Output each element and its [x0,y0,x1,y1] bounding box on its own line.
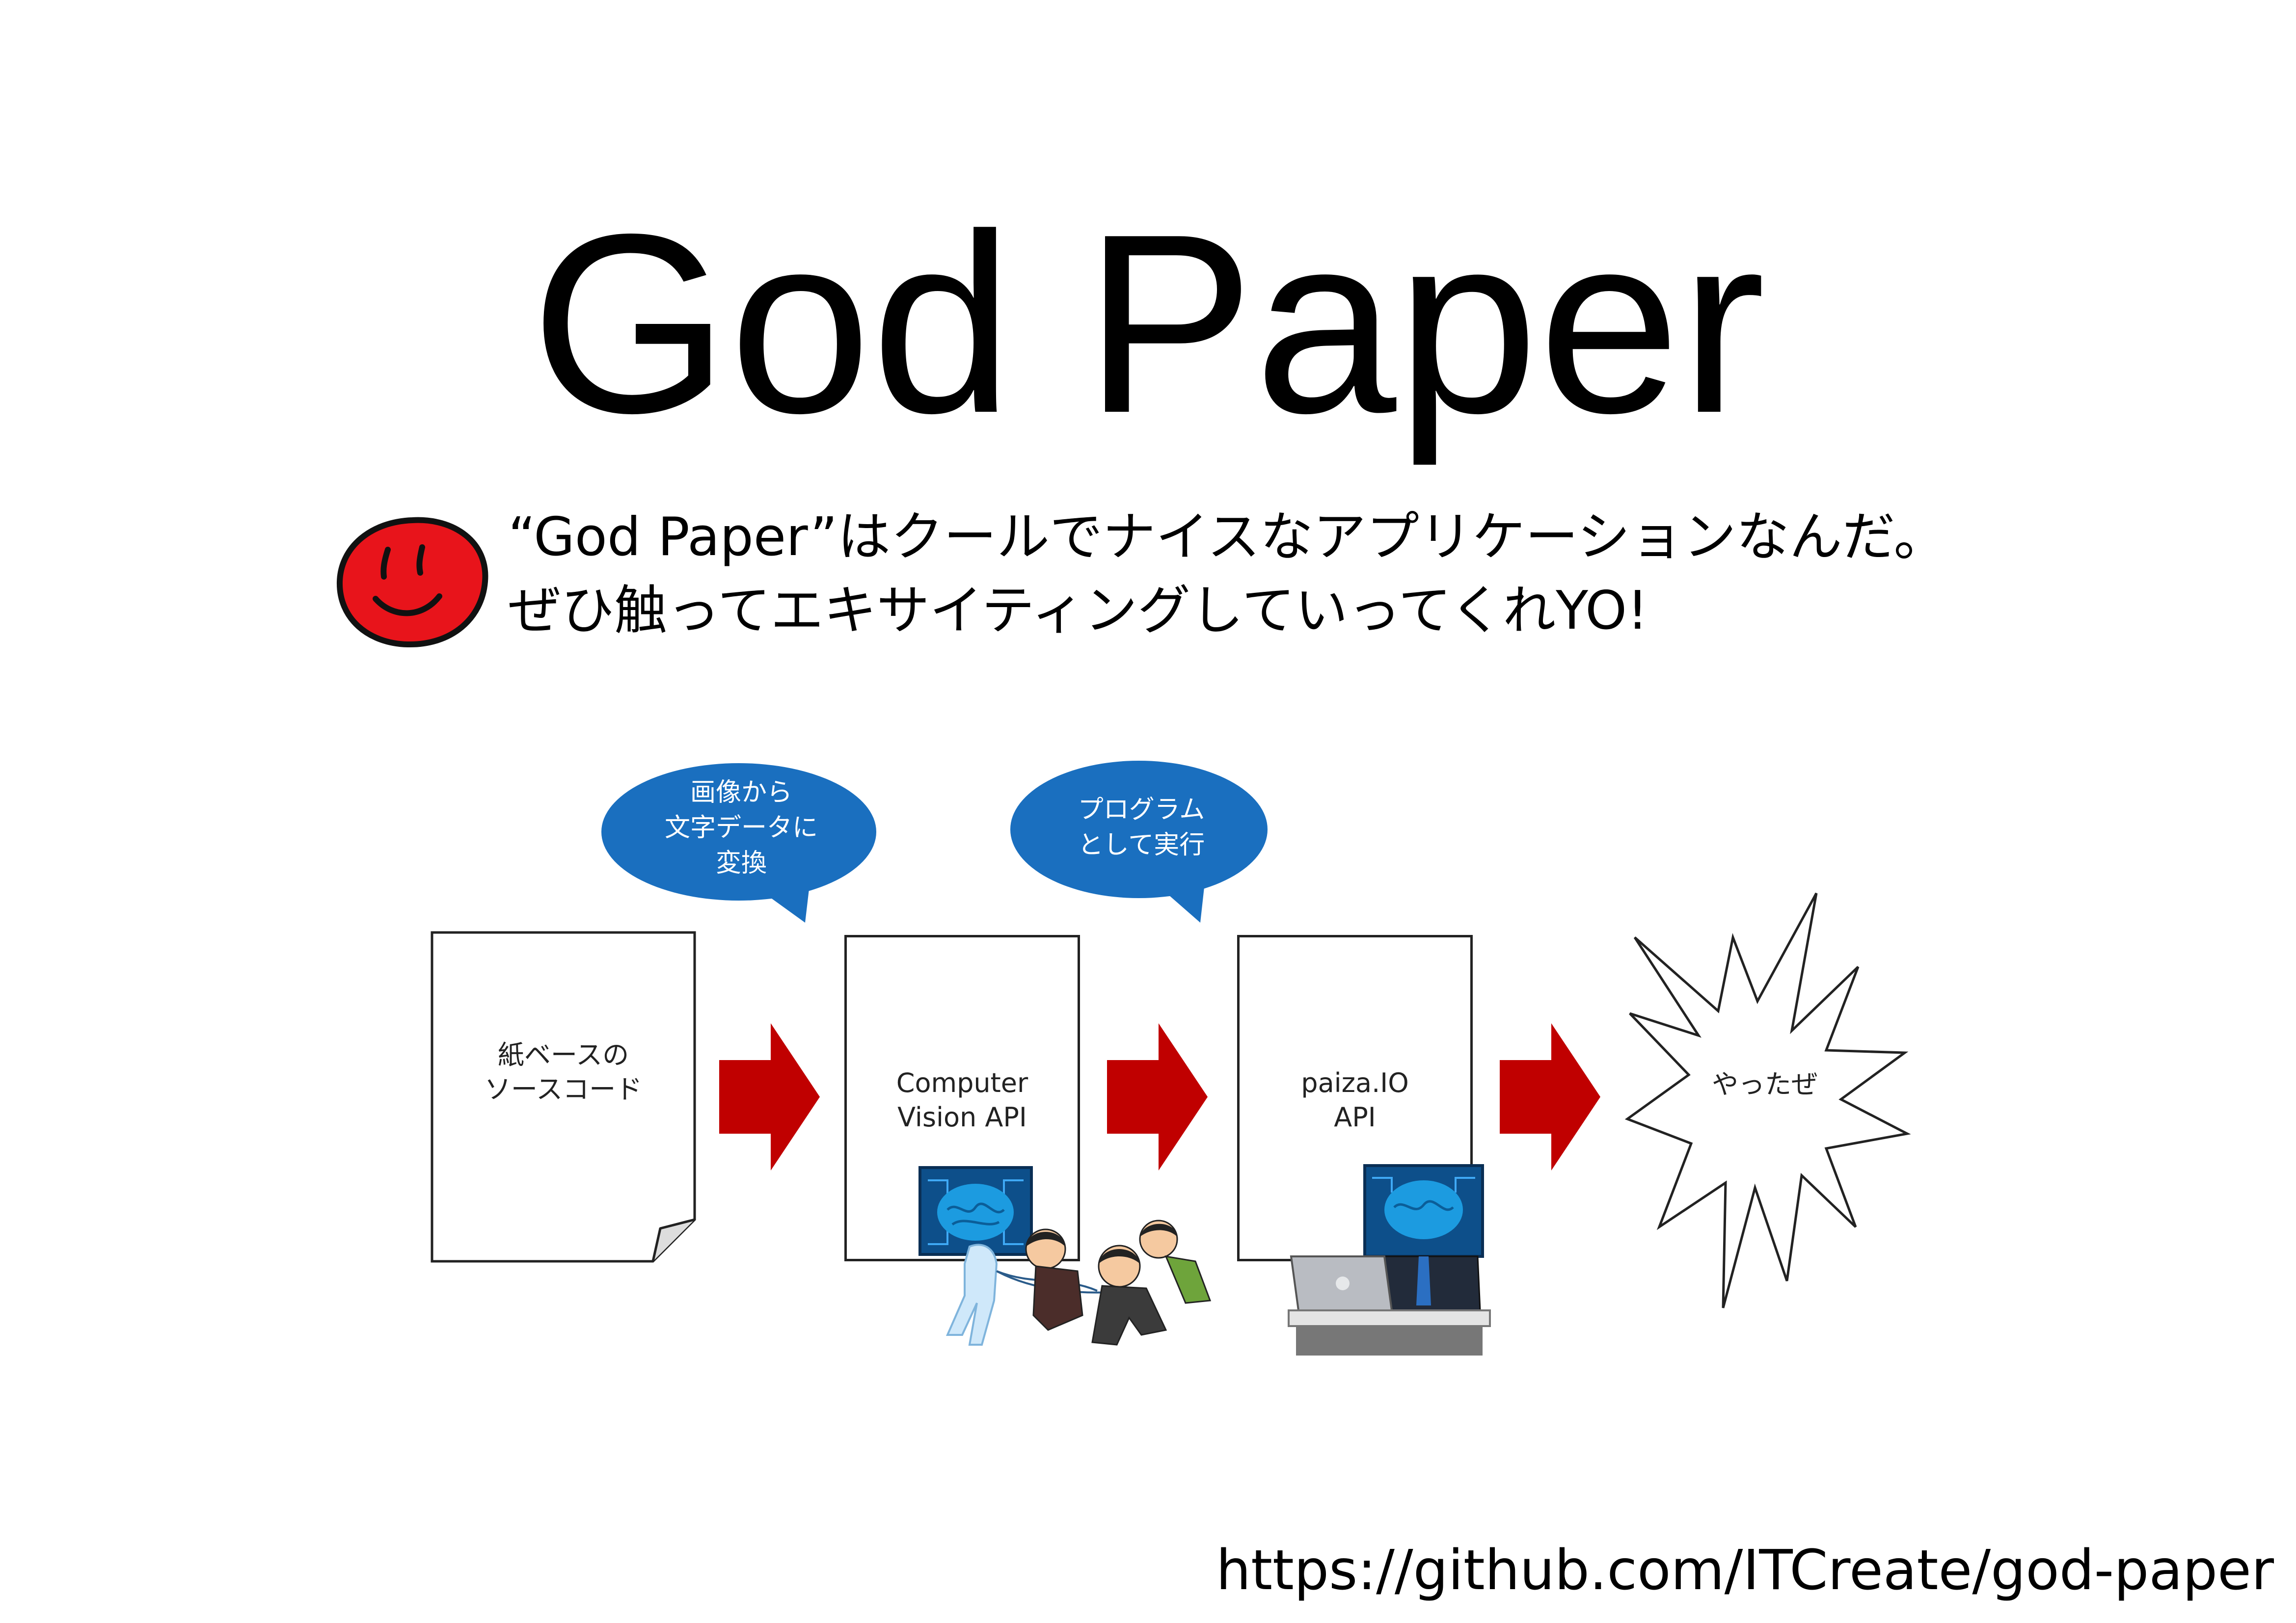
step-paper-label-1: 紙ベースの [497,1039,629,1070]
intro-text: “God Paper”はクールでナイスなアプリケーションなんだ。 ぜひ触ってエキ… [508,501,1946,648]
step-paiza-label-1: paiza.IO [1301,1067,1409,1098]
explosion-burst-icon [1625,892,1911,1308]
step-cv-label-1: Computer [896,1067,1028,1098]
page-title: God Paper [531,181,1765,466]
ai-robot-with-workers-illustration [945,1220,1212,1346]
bubble-run-line-1: プログラム [1078,795,1205,825]
intro-line-2: ぜひ触ってエキサイティングしていってくれYO! [508,580,1648,641]
step-result-label: やったぜ [1712,1069,1818,1100]
arrow-right-icon [1500,1023,1600,1171]
smiley-face-icon [336,517,488,648]
arrow-right-icon [1107,1023,1208,1171]
step-paiza-label-2: API [1334,1102,1376,1133]
bubble-ocr-line-3: 変換 [715,849,767,878]
step-cv-label-2: Vision API [897,1102,1027,1133]
intro-line-1: “God Paper”はクールでナイスなアプリケーションなんだ。 [508,506,1947,568]
step-paper-label-2: ソースコード [484,1074,643,1105]
github-url-link[interactable]: https://github.com/ITCreate/god-paper [1216,1539,2274,1602]
bubble-ocr-line-2: 文字データに [664,813,818,843]
ai-at-laptop-illustration [1288,1164,1491,1356]
bubble-ocr-line-1: 画像から [690,778,792,807]
bubble-run-line-2: として実行 [1078,830,1205,860]
arrow-right-icon [719,1023,820,1171]
